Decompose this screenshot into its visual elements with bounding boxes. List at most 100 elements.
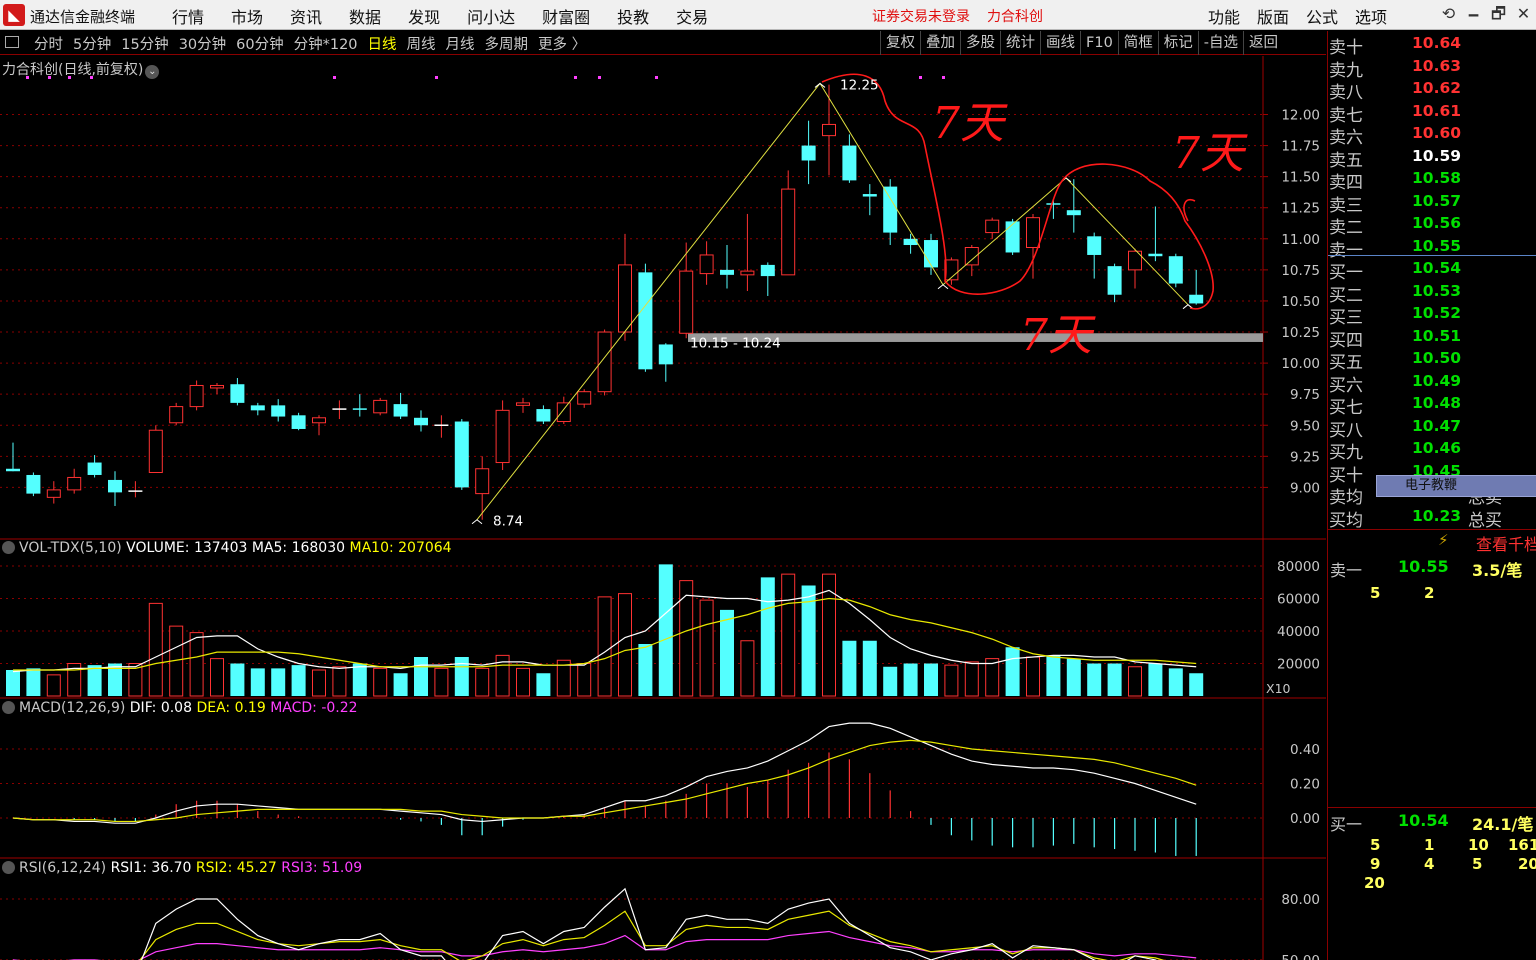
bid-level-row[interactable]: 买三 10.52 — [1328, 303, 1536, 328]
macd-indicator-label: MACD(12,26,9) DIF: 0.08 DEA: 0.19 MACD: … — [2, 700, 358, 716]
bid-level-row[interactable]: 买八 10.47 — [1328, 416, 1536, 441]
menu-item-formula[interactable]: 公式 — [1306, 4, 1338, 28]
candlestick — [189, 380, 204, 411]
bid-level-row[interactable]: 买五 10.50 — [1328, 348, 1536, 373]
multi-stock-button[interactable]: 多股 — [960, 31, 1000, 55]
menu-item-options[interactable]: 选项 — [1355, 4, 1387, 28]
chart-grid — [0, 56, 1326, 960]
hand-drawn-curve — [1183, 199, 1196, 222]
volume-bar-down — [658, 564, 673, 696]
menu-item-quotes[interactable]: 行情 — [172, 4, 204, 28]
electronic-pointer-button[interactable]: 电子教鞭 — [1376, 475, 1536, 497]
ask-level-row[interactable]: 卖九 10.63 — [1328, 56, 1536, 81]
draw-line-button[interactable]: 画线 — [1040, 31, 1080, 55]
bid-level-row[interactable]: 买一 10.54 — [1328, 258, 1536, 283]
overlay-button[interactable]: 叠加 — [920, 31, 960, 55]
candle-body-down — [6, 468, 20, 472]
bid-level-row[interactable]: 买二 10.53 — [1328, 281, 1536, 306]
tab-weekly[interactable]: 周线 — [407, 33, 436, 54]
statistics-button[interactable]: 统计 — [1000, 31, 1040, 55]
restore-rights-button[interactable]: 复权 — [880, 31, 920, 55]
login-status-text[interactable]: 证券交易未登录 — [872, 6, 970, 26]
candle-body-down — [1107, 266, 1122, 295]
tab-15min[interactable]: 15分钟 — [121, 33, 168, 54]
view-thousand-levels-link[interactable]: 查看千档 — [1476, 531, 1536, 555]
candle-body-up — [781, 188, 796, 276]
bid-level-row[interactable]: 买四 10.51 — [1328, 326, 1536, 351]
price-tick-label: 9.50 — [1290, 418, 1320, 434]
candlestick — [903, 233, 918, 254]
candle-body-up — [475, 468, 490, 495]
minimize-icon[interactable]: 🗕 — [1461, 3, 1486, 30]
menu-item-news[interactable]: 资讯 — [290, 4, 322, 28]
close-icon[interactable]: ✕ — [1511, 4, 1536, 23]
candlestick-layer — [6, 84, 1204, 520]
bid-level-row[interactable]: 买九 10.46 — [1328, 438, 1536, 463]
volume-bar-up — [148, 602, 163, 697]
tab-more[interactable]: 更多 〉 — [538, 33, 586, 54]
price-tick-label: 9.75 — [1290, 387, 1320, 403]
volume-bar-down — [230, 663, 245, 696]
tab-multi-period[interactable]: 多周期 — [485, 33, 529, 54]
candle-body-up — [985, 219, 1000, 234]
menu-item-discover[interactable]: 发现 — [408, 4, 440, 28]
tab-30min[interactable]: 30分钟 — [179, 33, 226, 54]
tab-60min[interactable]: 60分钟 — [236, 33, 283, 54]
ask-level-row[interactable]: 卖七 10.61 — [1328, 101, 1536, 126]
panel-toggle-icon[interactable] — [5, 36, 19, 48]
candlestick — [312, 415, 326, 436]
tab-intraday[interactable]: 分时 — [34, 33, 63, 54]
candlestick — [1066, 179, 1081, 233]
remove-watchlist-button[interactable]: -自选 — [1197, 31, 1243, 55]
candle-body-down — [842, 145, 857, 181]
menu-item-wealth-circle[interactable]: 财富圈 — [542, 4, 590, 28]
volume-name[interactable]: VOL-TDX(5,10) — [19, 540, 122, 556]
ask-level-row[interactable]: 卖六 10.60 — [1328, 123, 1536, 148]
menu-item-market[interactable]: 市场 — [231, 4, 263, 28]
menu-item-education[interactable]: 投教 — [617, 4, 649, 28]
simple-frame-button[interactable]: 简框 — [1117, 31, 1158, 55]
candle-body-down — [230, 384, 245, 403]
tab-5min[interactable]: 5分钟 — [73, 33, 111, 54]
rsi-name[interactable]: RSI(6,12,24) — [19, 860, 106, 876]
candlestick — [842, 134, 857, 183]
candle-body-up — [1026, 217, 1040, 249]
volume-toggle-icon[interactable] — [2, 541, 15, 554]
bid-level-row[interactable]: 买七 10.48 — [1328, 393, 1536, 418]
tab-monthly[interactable]: 月线 — [446, 33, 475, 54]
ask-level-row[interactable]: 卖五 10.59 — [1328, 146, 1536, 171]
candle-body-up — [67, 476, 82, 491]
bid-level-row[interactable]: 买六 10.49 — [1328, 371, 1536, 396]
menu-item-layout[interactable]: 版面 — [1257, 4, 1289, 28]
menu-item-data[interactable]: 数据 — [349, 4, 381, 28]
macd-name[interactable]: MACD(12,26,9) — [19, 700, 125, 716]
candlestick — [373, 397, 388, 416]
ask-level-row[interactable]: 卖三 10.57 — [1328, 191, 1536, 216]
ask-level-row[interactable]: 卖二 10.56 — [1328, 213, 1536, 238]
menu-item-trade[interactable]: 交易 — [676, 4, 708, 28]
menu-item-function[interactable]: 功能 — [1208, 4, 1240, 28]
mark-button[interactable]: 标记 — [1157, 31, 1198, 55]
chart-canvas[interactable]: 7天 7天 7天 12.00 11.75 11.50 11.25 11.00 10.75 10.… — [0, 56, 1326, 960]
tab-daily[interactable]: 日线 — [368, 33, 397, 54]
tab-120min[interactable]: 分钟*120 — [294, 33, 358, 54]
menu-item-ask[interactable]: 问小达 — [467, 4, 515, 28]
ask-level-row[interactable]: 卖十 10.64 — [1328, 33, 1536, 58]
caption-dropdown-icon[interactable]: ⌄ — [145, 65, 160, 79]
ask-level-row[interactable]: 卖四 10.58 — [1328, 168, 1536, 193]
restore-icon[interactable]: 🗗 — [1486, 3, 1511, 30]
price-tick-label: 9.25 — [1290, 449, 1320, 465]
candle-body-up — [556, 402, 571, 423]
f10-button[interactable]: F10 — [1080, 31, 1118, 55]
volume-tick-label: 20000 — [1277, 657, 1320, 673]
rsi-toggle-icon[interactable] — [2, 861, 15, 874]
volume-bar-up — [577, 663, 592, 697]
volume-bar-up — [1128, 666, 1142, 697]
volume-value: VOLUME: 137403 — [126, 540, 248, 556]
refresh-icon[interactable]: ⟲ — [1436, 4, 1461, 23]
bid1-queue-row: 买一 10.54 24.1/笔 — [1328, 811, 1536, 834]
macd-toggle-icon[interactable] — [2, 701, 15, 714]
macd-tick-label: 0.20 — [1290, 777, 1320, 793]
ask-level-row[interactable]: 卖八 10.62 — [1328, 78, 1536, 103]
back-button[interactable]: 返回 — [1243, 31, 1283, 55]
